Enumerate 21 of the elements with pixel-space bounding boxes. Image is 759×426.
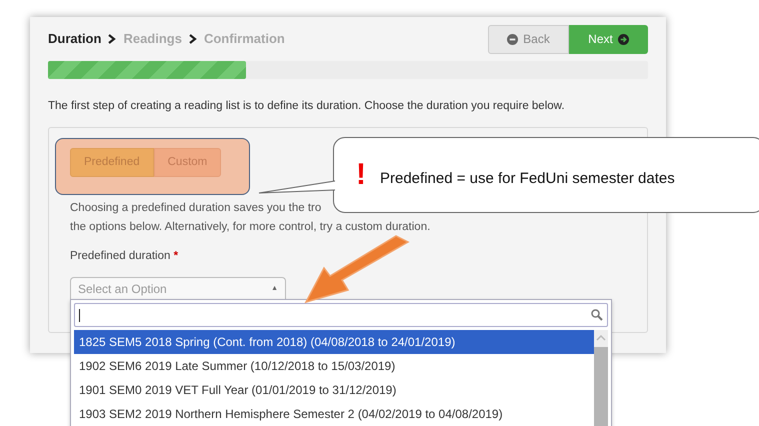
scroll-up-icon xyxy=(596,334,606,342)
chevron-icon xyxy=(188,34,197,44)
dropdown-option[interactable]: 1901 SEM0 2019 VET Full Year (01/01/2019 to 31/12/2019) xyxy=(74,378,594,402)
intro-text: The first step of creating a reading list is to define its duration. Choose the duration you require below. xyxy=(48,99,566,114)
search-input[interactable] xyxy=(74,303,608,327)
text-cursor xyxy=(79,308,80,322)
warning-mark: ! xyxy=(356,160,366,190)
dropdown-option[interactable]: 1825 SEM5 2018 Spring (Cont. from 2018) (04/08/2018 to 24/01/2019) xyxy=(74,330,594,354)
next-button[interactable]: Next xyxy=(569,24,648,54)
dropdown-option[interactable]: 1903 SEM2 2019 Northern Hemisphere Semester 2 (04/02/2019 to 04/08/2019) xyxy=(74,402,594,426)
description-text: the options below. Alternatively, for more control, try a custom duration. xyxy=(70,220,432,236)
scrollbar-thumb[interactable] xyxy=(594,347,608,426)
callout-text: Predefined = use for FedUni semester dates xyxy=(380,168,675,189)
wizard-step[interactable]: Duration xyxy=(48,29,102,49)
description-text: Choosing a predefined duration saves you the tro xyxy=(70,201,322,216)
search-icon xyxy=(591,309,603,321)
chevron-icon xyxy=(108,34,116,44)
next-arrow-icon xyxy=(618,34,629,44)
dropdown-option[interactable]: 1902 SEM6 2019 Late Summer (10/12/2018 to 15/03/2019) xyxy=(74,354,594,378)
back-button[interactable]: Back xyxy=(488,24,569,54)
field-label: Predefined duration * xyxy=(70,249,180,264)
